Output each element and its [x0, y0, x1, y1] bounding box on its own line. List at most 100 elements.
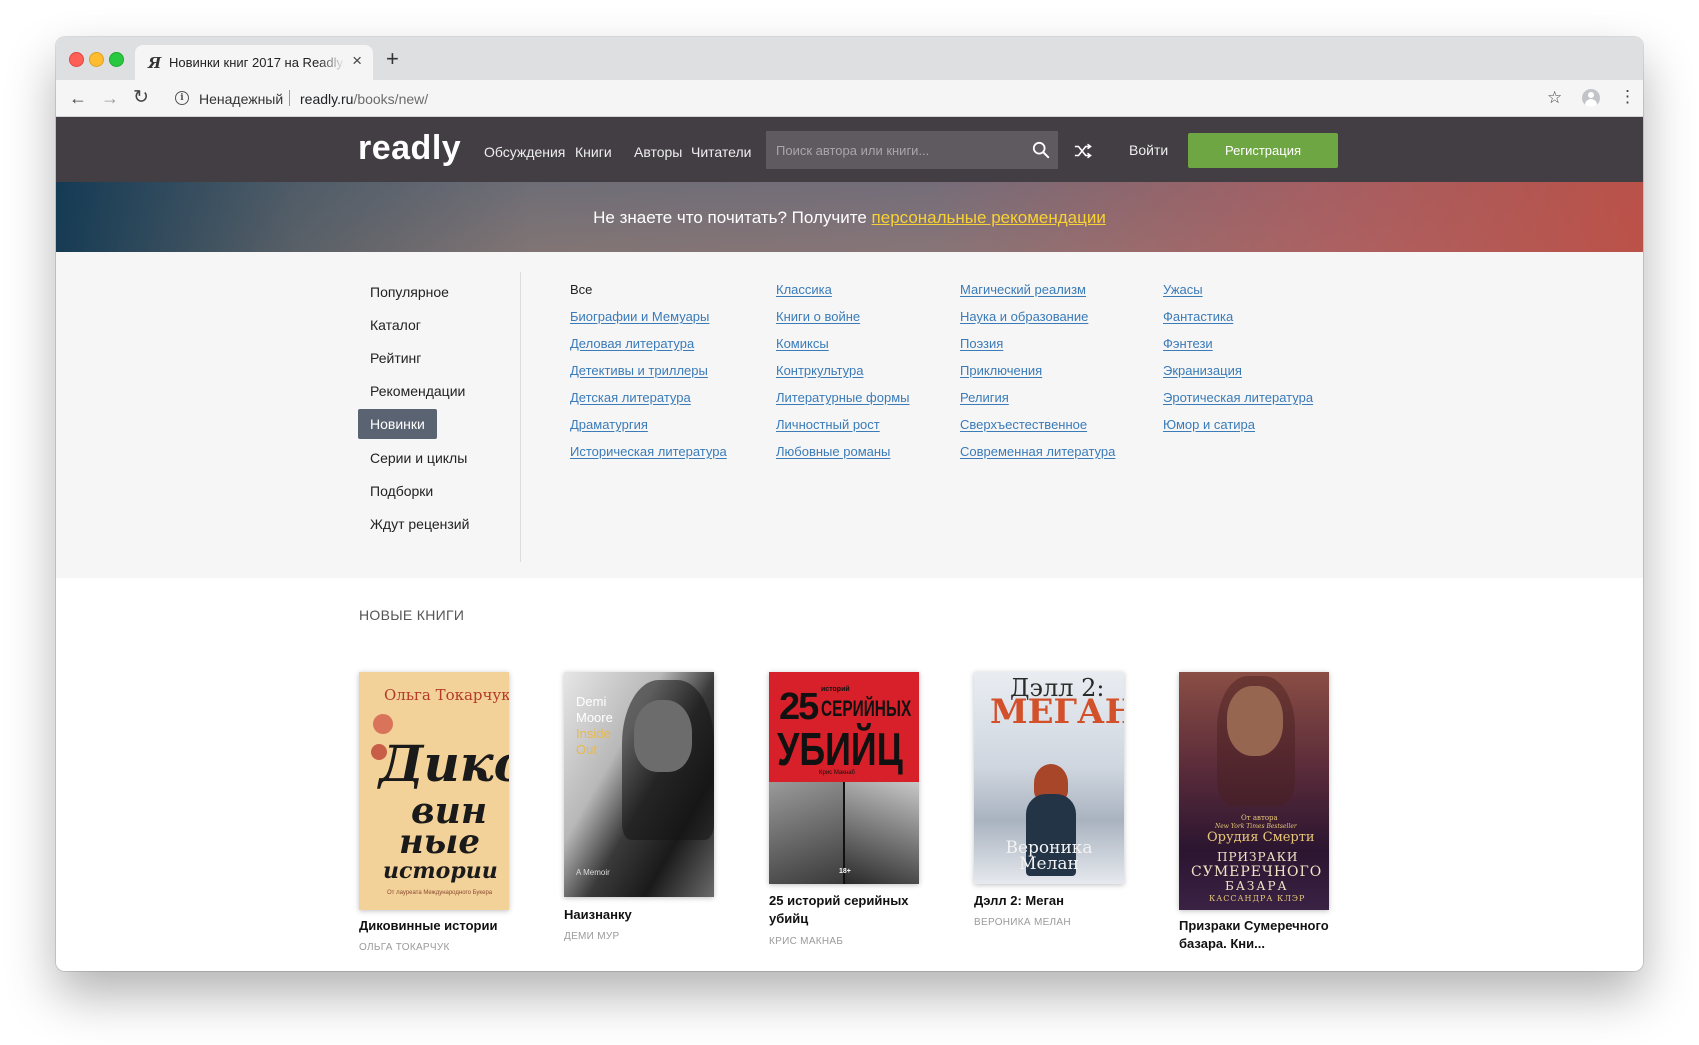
genre-link[interactable]: Все	[570, 282, 592, 297]
genre-link[interactable]: Детективы и триллеры	[570, 363, 708, 378]
book-cover[interactable]: От автора New York Times Bestseller Оруд…	[1179, 672, 1329, 910]
close-window-button[interactable]	[69, 52, 84, 67]
cover-series: Орудия Смерти	[1207, 830, 1315, 845]
genre-link[interactable]: Наука и образование	[960, 309, 1088, 324]
reload-icon[interactable]: ↻	[133, 88, 149, 107]
new-tab-icon[interactable]: +	[386, 48, 399, 70]
nav-discussions[interactable]: Обсуждения	[484, 144, 565, 160]
tab-close-icon[interactable]: ×	[352, 52, 362, 70]
sidebar-item-awaiting-reviews[interactable]: Ждут рецензий	[358, 509, 481, 539]
browser-tab[interactable]: Я Новинки книг 2017 на Readly.ru ×	[135, 45, 373, 80]
genre-link[interactable]: Приключения	[960, 363, 1042, 378]
sidebar-item-new[interactable]: Новинки	[358, 409, 437, 439]
book-cover[interactable]: Ольга Токарчук Дико вин ные истории От л…	[359, 672, 509, 910]
cover-top-text: историй	[821, 686, 850, 693]
book-cover[interactable]: Demi Moore Inside Out A Memoir	[564, 672, 714, 897]
genre-link[interactable]: Фэнтези	[1163, 336, 1213, 351]
search-input[interactable]	[766, 131, 1016, 169]
genre-link[interactable]: Поэзия	[960, 336, 1003, 351]
genre-link[interactable]: Современная литература	[960, 444, 1115, 459]
genre-link[interactable]: Книги о войне	[776, 309, 860, 324]
genre-link[interactable]: Личностный рост	[776, 417, 880, 432]
book-author[interactable]: Крис Макнаб	[769, 936, 939, 947]
cover-title-line: ные	[399, 822, 481, 862]
genre-link[interactable]: Любовные романы	[776, 444, 890, 459]
page-content: readly Обсуждения Книги Авторы Читатели	[56, 117, 1643, 971]
book-title[interactable]: Диковинные истории	[359, 917, 519, 935]
book-title[interactable]: 25 историй серийных убийц	[769, 892, 929, 928]
genre-link[interactable]: Историческая литература	[570, 444, 727, 459]
book-title[interactable]: Призраки Сумеречного базара. Кни...	[1179, 917, 1339, 953]
genre-link[interactable]: Ужасы	[1163, 282, 1203, 297]
login-link[interactable]: Войти	[1129, 142, 1168, 158]
minimize-window-button[interactable]	[89, 52, 104, 67]
tab-title: Новинки книг 2017 на Readly.ru	[169, 55, 345, 70]
cover-author: Крис Макнаб	[819, 770, 855, 776]
sidebar-item-catalog[interactable]: Каталог	[358, 310, 433, 340]
genre-link[interactable]: Эротическая литература	[1163, 390, 1313, 405]
browser-window: Я Новинки книг 2017 на Readly.ru × + ← →…	[56, 37, 1643, 971]
url-host: readly.ru	[300, 91, 354, 107]
sidebar-item-rating[interactable]: Рейтинг	[358, 343, 433, 373]
info-icon[interactable]: i	[175, 91, 189, 105]
genre-link[interactable]: Религия	[960, 390, 1009, 405]
genre-link[interactable]: Классика	[776, 282, 832, 297]
cover-title-line: истории	[383, 858, 498, 884]
genre-link[interactable]: Детская литература	[570, 390, 691, 405]
book-author[interactable]: Вероника Мелан	[974, 917, 1144, 928]
book-author[interactable]: Ольга Токарчук	[359, 942, 529, 953]
book-title[interactable]: Дэлл 2: Меган	[974, 892, 1134, 910]
genre-link[interactable]: Деловая литература	[570, 336, 694, 351]
cover-author: Кассандра Клэр	[1209, 894, 1306, 903]
profile-avatar-icon[interactable]	[1582, 89, 1600, 107]
genre-link[interactable]: Контркультура	[776, 363, 863, 378]
address-bar[interactable]: readly.ru/books/new/	[300, 91, 428, 107]
book-cover[interactable]: историй 25 СЕРИЙНЫХ УБИЙЦ Крис Макнаб 18…	[769, 672, 919, 884]
forward-icon[interactable]: →	[101, 89, 119, 107]
favicon-icon: Я	[148, 54, 162, 72]
genre-link[interactable]: Магический реализм	[960, 282, 1086, 297]
genre-link[interactable]: Биографии и Мемуары	[570, 309, 709, 324]
genre-link[interactable]: Комиксы	[776, 336, 829, 351]
cover-title-line: МЕГАН	[990, 692, 1124, 732]
genre-link[interactable]: Литературные формы	[776, 390, 910, 405]
genre-link[interactable]: Юмор и сатира	[1163, 417, 1255, 432]
sidebar-item-popular[interactable]: Популярное	[358, 277, 461, 307]
genre-link[interactable]: Сверхъестественное	[960, 417, 1087, 432]
nav-books[interactable]: Книги	[575, 144, 612, 160]
register-button[interactable]: Регистрация	[1188, 133, 1338, 168]
cover-title-line: Demi	[576, 694, 607, 709]
site-logo[interactable]: readly	[358, 129, 461, 168]
kebab-menu-icon[interactable]: ⋮	[1619, 88, 1636, 106]
catalog-panel: Популярное Каталог Рейтинг Рекомендации …	[56, 252, 1643, 578]
search-icon[interactable]	[1032, 141, 1050, 159]
recommendations-link[interactable]: персональные рекомендации	[872, 208, 1106, 227]
sidebar-item-recommendations[interactable]: Рекомендации	[358, 376, 477, 406]
url-divider	[289, 90, 290, 106]
insecure-label[interactable]: Ненадежный	[199, 91, 283, 107]
book-title[interactable]: Наизнанку	[564, 906, 724, 924]
shuffle-icon[interactable]	[1074, 143, 1092, 159]
cover-title-line: СУМЕРЕЧНОГО	[1191, 864, 1323, 880]
cover-title-line: Inside	[576, 726, 611, 741]
sidebar-item-collections[interactable]: Подборки	[358, 476, 445, 506]
cover-title-line: БАЗАРА	[1225, 879, 1289, 893]
genre-link[interactable]: Драматургия	[570, 417, 648, 432]
book-author[interactable]: Деми Мур	[564, 931, 734, 942]
maximize-window-button[interactable]	[109, 52, 124, 67]
cover-hair-shape	[622, 680, 714, 840]
cover-photo-left	[769, 782, 843, 884]
nav-readers[interactable]: Читатели	[691, 144, 751, 160]
cover-tagline: New York Times Bestseller	[1215, 823, 1297, 830]
browser-toolbar: ← → ↻ i Ненадежный readly.ru/books/new/ …	[56, 80, 1643, 117]
site-header: readly Обсуждения Книги Авторы Читатели	[56, 117, 1643, 182]
cover-title-line: СЕРИЙНЫХ	[821, 696, 912, 721]
bookmark-star-icon[interactable]: ☆	[1547, 88, 1562, 108]
genre-link[interactable]: Экранизация	[1163, 363, 1242, 378]
sidebar-item-series[interactable]: Серии и циклы	[358, 443, 479, 473]
genre-link[interactable]: Фантастика	[1163, 309, 1233, 324]
cover-title-line: Moore	[576, 710, 613, 725]
back-icon[interactable]: ←	[69, 89, 87, 107]
book-cover[interactable]: Дэлл 2: МЕГАН Вероника Мелан	[974, 672, 1124, 884]
nav-authors[interactable]: Авторы	[634, 144, 682, 160]
